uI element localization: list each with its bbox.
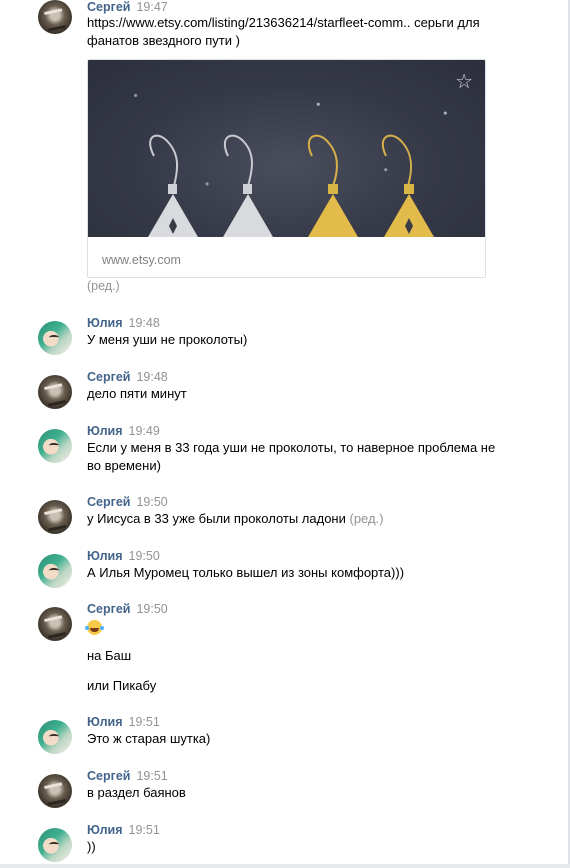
message-time[interactable]: 19:50	[136, 602, 167, 616]
message-text: фанатов звездного пути )	[87, 33, 240, 48]
message-text: или Пикабу	[87, 678, 157, 693]
author-name[interactable]: Юлия	[87, 316, 123, 330]
author-name[interactable]: Сергей	[87, 602, 130, 616]
composer-edge	[0, 864, 570, 868]
author-name[interactable]: Сергей	[87, 0, 130, 14]
message-header: Юлия 19:50	[87, 549, 160, 563]
avatar[interactable]	[38, 321, 72, 355]
message-text: на Баш	[87, 648, 132, 663]
link-preview-image[interactable]: ☆	[88, 60, 485, 237]
avatar[interactable]	[38, 0, 72, 34]
message-header: Сергей 19:50	[87, 602, 168, 616]
message-time[interactable]: 19:48	[129, 316, 160, 330]
message-time[interactable]: 19:51	[136, 769, 167, 783]
link-domain[interactable]: www.etsy.com	[102, 253, 181, 267]
message-header: Сергей 19:47	[87, 0, 168, 14]
message-text: У меня уши не проколоты)	[87, 332, 248, 347]
message-time[interactable]: 19:50	[136, 495, 167, 509]
message-header: Юлия 19:49	[87, 424, 160, 438]
avatar[interactable]	[38, 500, 72, 534]
message-link[interactable]: https://www.etsy.com/listing/213636214/s…	[87, 14, 480, 32]
author-name[interactable]: Сергей	[87, 370, 130, 384]
avatar[interactable]	[38, 828, 72, 862]
message-header: Юлия 19:51	[87, 715, 160, 729]
avatar[interactable]	[38, 554, 72, 588]
author-name[interactable]: Юлия	[87, 715, 123, 729]
star-outline-icon[interactable]: ☆	[455, 72, 473, 92]
message-text: дело пяти минут	[87, 386, 187, 401]
author-name[interactable]: Сергей	[87, 495, 130, 509]
message-header: Сергей 19:48	[87, 370, 168, 384]
message-header: Юлия 19:51	[87, 823, 160, 837]
message-header: Сергей 19:51	[87, 769, 168, 783]
edited-label: (ред.)	[349, 511, 384, 526]
message-text: А Илья Муромец только вышел из зоны комф…	[87, 565, 405, 580]
avatar[interactable]	[38, 375, 72, 409]
message-time[interactable]: 19:51	[129, 823, 160, 837]
message-time[interactable]: 19:49	[129, 424, 160, 438]
edited-label: (ред.)	[87, 279, 120, 293]
avatar[interactable]	[38, 720, 72, 754]
message-text: у Иисуса в 33 уже были проколоты ладони	[87, 511, 346, 526]
author-name[interactable]: Юлия	[87, 823, 123, 837]
message-text: Если у меня в 33 года уши не проколоты, …	[87, 440, 496, 455]
message-text-row: у Иисуса в 33 уже были проколоты ладони …	[87, 510, 384, 528]
message-text: Это ж старая шутка)	[87, 731, 211, 746]
message-time[interactable]: 19:48	[136, 370, 167, 384]
message-text: в раздел баянов	[87, 785, 186, 800]
author-name[interactable]: Сергей	[87, 769, 130, 783]
message-time[interactable]: 19:47	[136, 0, 167, 14]
message-time[interactable]: 19:50	[129, 549, 160, 563]
message-emoji-row	[85, 618, 102, 636]
author-name[interactable]: Юлия	[87, 549, 123, 563]
rofl-emoji	[85, 620, 102, 636]
message-header: Сергей 19:50	[87, 495, 168, 509]
message-header: Юлия 19:48	[87, 316, 160, 330]
link-preview-card[interactable]: ☆ www.etsy.com	[87, 59, 486, 278]
earrings-photo	[148, 134, 434, 237]
message-time[interactable]: 19:51	[129, 715, 160, 729]
message-text: во времени)	[87, 458, 161, 473]
avatar[interactable]	[38, 774, 72, 808]
avatar[interactable]	[38, 607, 72, 641]
avatar[interactable]	[38, 429, 72, 463]
author-name[interactable]: Юлия	[87, 424, 123, 438]
message-text: ))	[87, 839, 96, 854]
